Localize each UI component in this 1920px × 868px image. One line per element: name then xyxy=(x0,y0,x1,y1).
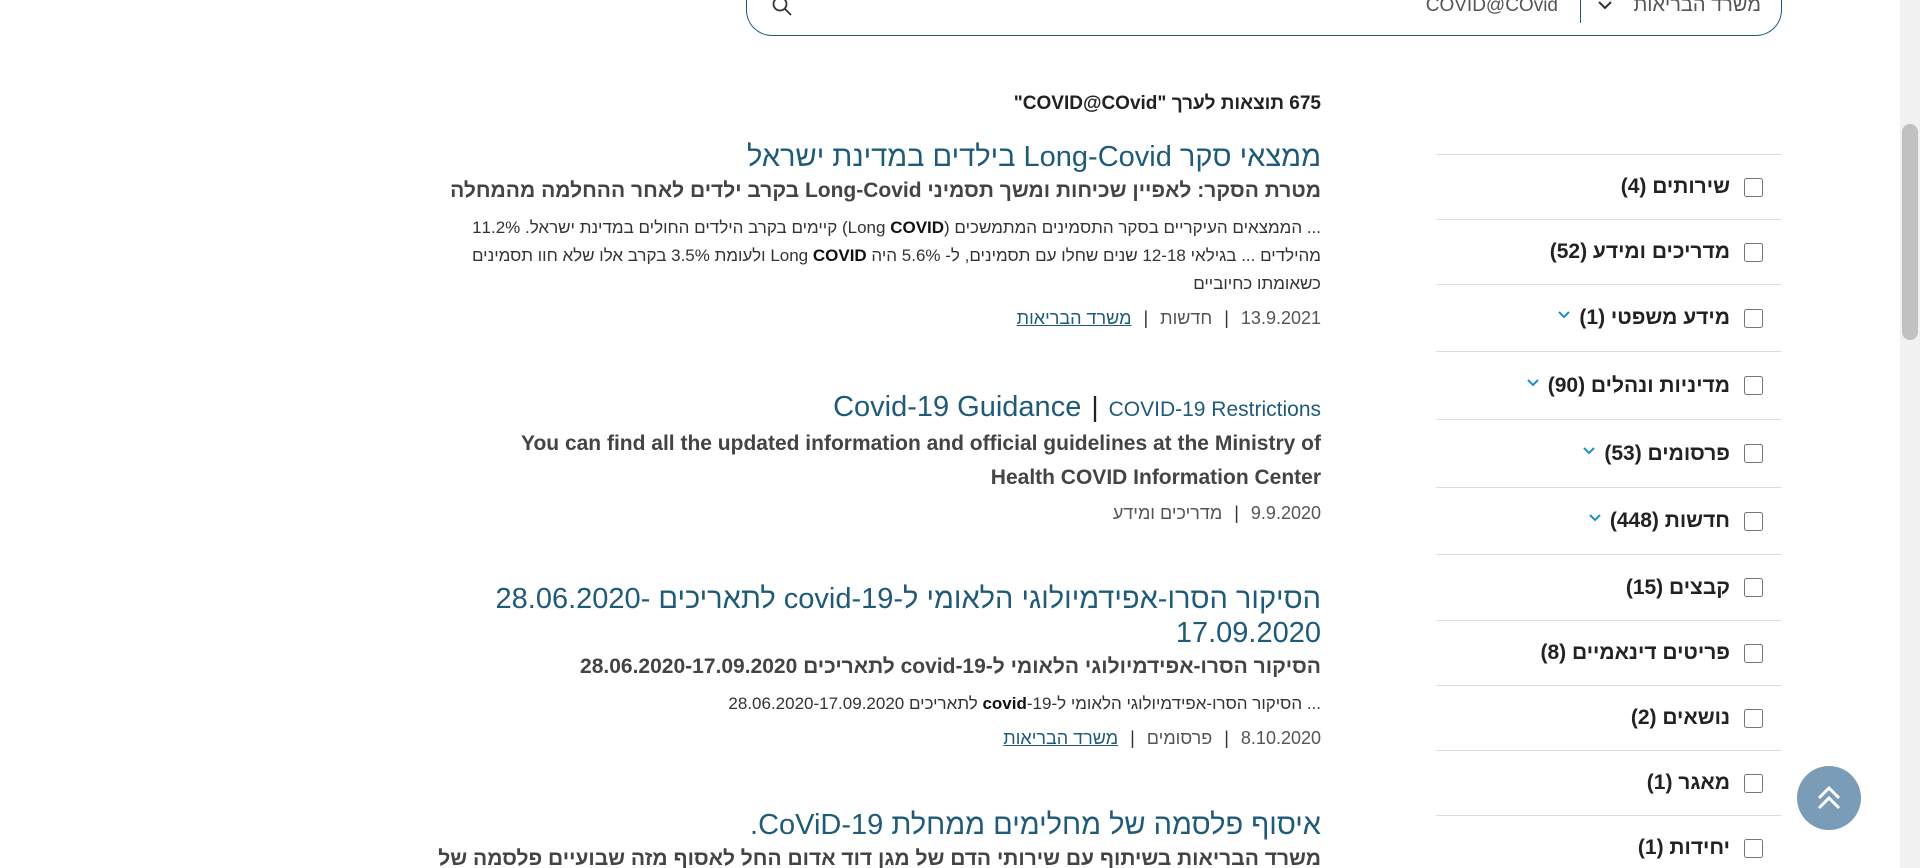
search-input[interactable]: COVID@COvid xyxy=(793,0,1558,17)
filter-checkbox[interactable] xyxy=(1744,444,1763,463)
filter-item[interactable]: מידע משפטי (1) xyxy=(1436,285,1781,352)
filter-item[interactable]: שירותים (4) xyxy=(1436,155,1781,220)
filter-item[interactable]: חדשות (448) xyxy=(1436,488,1781,555)
filter-item[interactable]: מדיניות ונהלים (90) xyxy=(1436,352,1781,420)
results-count: 675 תוצאות לערך "COVID@COvid" xyxy=(1013,93,1321,114)
result-subtitle: You can find all the updated information… xyxy=(521,432,1321,489)
result-category: מדריכים ומידע xyxy=(1112,503,1223,523)
result-meta: 9.9.2020|מדריכים ומידע xyxy=(1112,503,1321,523)
search-scope-select[interactable]: משרד הבריאות xyxy=(1631,0,1761,17)
filter-checkbox[interactable] xyxy=(1744,177,1763,197)
result-title-link[interactable]: Covid-19 Guidance | COVID-19 Restrictions xyxy=(414,390,1321,427)
result-title-link[interactable]: הסיקור הסרו-אפידמיולוגי הלאומי ל-covid-1… xyxy=(414,582,1321,650)
result-title-link[interactable]: איסוף פלסמה של מחלימים ממחלת CoViD-19. xyxy=(414,808,1321,842)
search-result: Covid-19 Guidance | COVID-19 Restrictions … xyxy=(414,390,1321,525)
chevron-down-icon[interactable] xyxy=(1526,376,1540,390)
result-meta: 13.9.2021|חדשות|משרד הבריאות xyxy=(1016,308,1321,328)
scrollbar-thumb[interactable] xyxy=(1902,124,1918,340)
result-date: 8.10.2020 xyxy=(1240,728,1321,748)
result-subtitle: הסיקור הסרו-אפידמיולוגי הלאומי ל-covid-1… xyxy=(580,655,1321,678)
filter-checkbox[interactable] xyxy=(1744,708,1763,728)
filter-item[interactable]: פרסומים (53) xyxy=(1436,420,1781,488)
chevron-down-icon[interactable] xyxy=(1595,0,1615,15)
chevron-down-icon[interactable] xyxy=(1588,511,1602,525)
filter-item[interactable]: מאגר (1) xyxy=(1436,751,1781,816)
filter-sidebar: שירותים (4) מדריכים ומידע (52) מידע משפט… xyxy=(1436,154,1781,868)
search-icon[interactable] xyxy=(771,0,793,17)
double-chevron-up-icon xyxy=(1817,785,1841,810)
search-divider xyxy=(1580,0,1581,23)
filter-checkbox[interactable] xyxy=(1744,511,1763,531)
result-title-link[interactable]: ממצאי סקר Long-Covid בילדים במדינת ישראל xyxy=(414,140,1321,174)
search-result: הסיקור הסרו-אפידמיולוגי הלאומי ל-covid-1… xyxy=(414,582,1321,750)
filter-checkbox[interactable] xyxy=(1744,578,1763,597)
filter-item[interactable]: קבצים (15) xyxy=(1436,555,1781,621)
result-snippet: ... הממצאים העיקריים בסקר התסמינים המתמש… xyxy=(471,218,1321,293)
scrollbar[interactable] xyxy=(1900,0,1920,868)
search-result: איסוף פלסמה של מחלימים ממחלת CoViD-19. מ… xyxy=(414,808,1321,868)
result-subtitle: משרד הבריאות בשיתוף עם שירותי הדם של מגן… xyxy=(438,847,1321,868)
result-category: חדשות xyxy=(1160,308,1213,328)
search-bar: משרד הבריאות COVID@COvid xyxy=(746,0,1782,36)
result-subtitle: מטרת הסקר: לאפיין שכיחות ומשך תסמיני Lon… xyxy=(450,179,1321,202)
result-date: 13.9.2021 xyxy=(1240,308,1321,328)
filter-checkbox[interactable] xyxy=(1744,242,1763,262)
result-source-link[interactable]: משרד הבריאות xyxy=(1003,728,1118,748)
filter-checkbox[interactable] xyxy=(1744,773,1763,793)
filter-checkbox[interactable] xyxy=(1744,643,1763,663)
search-result: ממצאי סקר Long-Covid בילדים במדינת ישראל… xyxy=(414,140,1321,330)
filter-item[interactable]: יחידות (1) xyxy=(1436,816,1781,868)
back-to-top-button[interactable] xyxy=(1797,766,1861,830)
result-source-link[interactable]: משרד הבריאות xyxy=(1017,308,1132,328)
result-title-sub[interactable]: COVID-19 Restrictions xyxy=(1109,398,1321,421)
result-meta: 8.10.2020|פרסומים|משרד הבריאות xyxy=(1003,728,1321,748)
chevron-down-icon[interactable] xyxy=(1582,444,1596,458)
result-category: פרסומים xyxy=(1146,728,1213,748)
filter-checkbox[interactable] xyxy=(1744,308,1763,328)
result-date: 9.9.2020 xyxy=(1250,503,1321,523)
filter-item[interactable]: פריטים דינאמיים (8) xyxy=(1436,621,1781,686)
filter-checkbox[interactable] xyxy=(1744,376,1763,395)
filter-item[interactable]: מדריכים ומידע (52) xyxy=(1436,220,1781,285)
filter-checkbox[interactable] xyxy=(1744,838,1763,858)
filter-item[interactable]: נושאים (2) xyxy=(1436,686,1781,751)
chevron-down-icon[interactable] xyxy=(1557,308,1571,322)
result-snippet: ... הסיקור הסרו-אפידמיולוגי הלאומי ל-cov… xyxy=(728,694,1321,713)
